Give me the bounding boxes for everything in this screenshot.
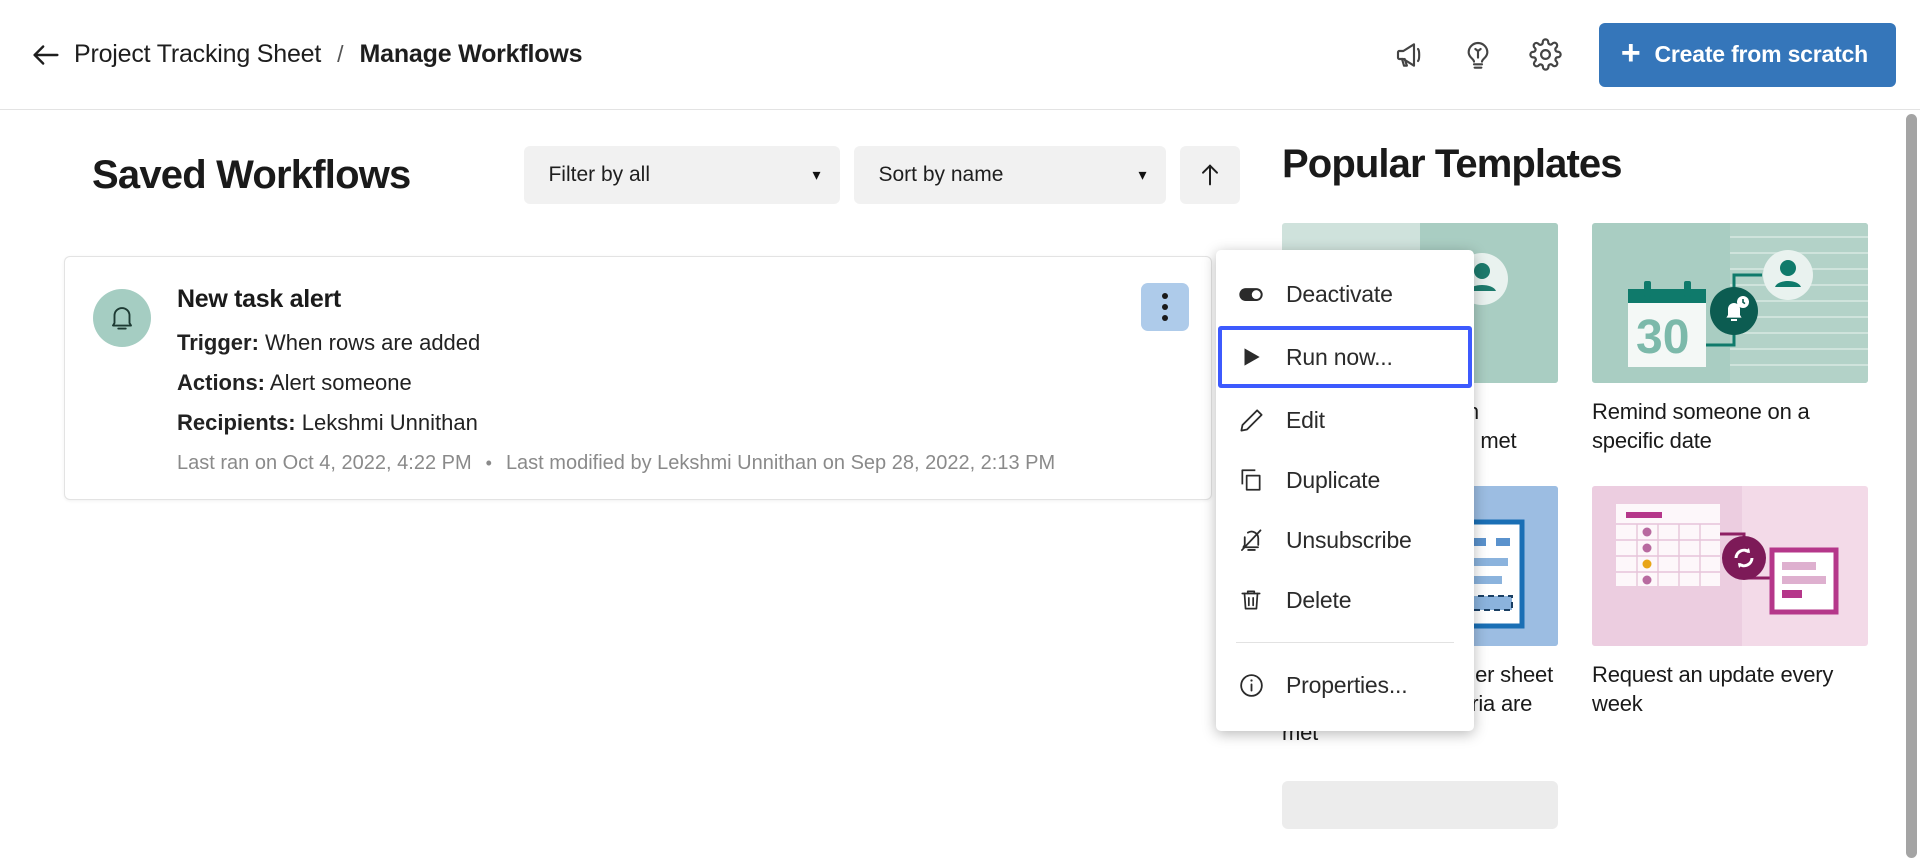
actions-label: Actions: xyxy=(177,370,265,395)
more-vertical-icon[interactable] xyxy=(1141,283,1189,331)
context-menu-label: Properties... xyxy=(1286,672,1407,699)
saved-workflows-pane: Saved Workflows Filter by all ▾ Sort by … xyxy=(0,110,1272,866)
lightbulb-icon[interactable] xyxy=(1457,34,1499,76)
workflow-trigger: Trigger: When rows are added xyxy=(177,330,1055,356)
gear-icon[interactable] xyxy=(1525,34,1567,76)
filter-select[interactable]: Filter by all ▾ xyxy=(524,146,840,204)
context-menu-label: Duplicate xyxy=(1286,467,1380,494)
last-ran-text: Last ran on Oct 4, 2022, 4:22 PM xyxy=(177,452,472,475)
manage-workflows-page: Project Tracking Sheet / Manage Workflow… xyxy=(0,0,1920,866)
workflow-recipients: Recipients: Lekshmi Unnithan xyxy=(177,410,1055,436)
bell-slash-icon xyxy=(1236,525,1266,555)
filter-select-value: Filter by all xyxy=(548,163,650,187)
breadcrumb-current: Manage Workflows xyxy=(360,40,583,69)
weekly-update-thumb xyxy=(1592,486,1868,646)
saved-workflows-toolbar: Saved Workflows Filter by all ▾ Sort by … xyxy=(0,110,1272,204)
recipients-label: Recipients: xyxy=(177,410,296,435)
scrollbar-thumb[interactable] xyxy=(1906,114,1917,858)
page-title: Saved Workflows xyxy=(92,153,410,198)
megaphone-icon[interactable] xyxy=(1389,34,1431,76)
context-menu-item-unsubscribe[interactable]: Unsubscribe xyxy=(1216,510,1474,570)
create-from-scratch-button[interactable]: + Create from scratch xyxy=(1599,23,1896,87)
plus-icon: + xyxy=(1621,36,1641,70)
context-menu-label: Delete xyxy=(1286,587,1351,614)
last-modified-text: Last modified by Lekshmi Unnithan on Sep… xyxy=(506,452,1055,475)
actions-value: Alert someone xyxy=(270,370,412,395)
sort-direction-button[interactable] xyxy=(1180,146,1240,204)
template-card[interactable]: 30 Remind someone on a specific date xyxy=(1592,223,1868,456)
breadcrumb-separator: / xyxy=(337,41,343,68)
popular-templates-title: Popular Templates xyxy=(1282,142,1908,187)
context-menu-divider xyxy=(1236,642,1454,643)
template-caption: Remind someone on a specific date xyxy=(1592,397,1868,456)
toggle-on-icon xyxy=(1236,279,1266,309)
template-skeleton-placeholder xyxy=(1282,781,1558,829)
context-menu-item-edit[interactable]: Edit xyxy=(1216,390,1474,450)
context-menu-item-duplicate[interactable]: Duplicate xyxy=(1216,450,1474,510)
context-menu-label: Unsubscribe xyxy=(1286,527,1412,554)
recipients-value: Lekshmi Unnithan xyxy=(302,410,478,435)
trigger-label: Trigger: xyxy=(177,330,259,355)
meta-separator-dot: • xyxy=(486,453,492,474)
context-menu-label: Deactivate xyxy=(1286,281,1393,308)
calendar-reminder-thumb: 30 xyxy=(1592,223,1868,383)
header-actions: + Create from scratch xyxy=(1389,23,1920,87)
trash-icon xyxy=(1236,585,1266,615)
sort-select-value: Sort by name xyxy=(878,163,1003,187)
context-menu-label: Edit xyxy=(1286,407,1325,434)
arrow-up-icon xyxy=(1196,161,1224,189)
breadcrumb-parent[interactable]: Project Tracking Sheet xyxy=(74,40,321,69)
svg-text:30: 30 xyxy=(1636,311,1689,364)
play-icon xyxy=(1236,342,1266,372)
context-menu-item-deactivate[interactable]: Deactivate xyxy=(1216,264,1474,324)
chevron-down-icon: ▾ xyxy=(812,165,820,185)
context-menu-item-delete[interactable]: Delete xyxy=(1216,570,1474,630)
template-card[interactable]: Request an update every week xyxy=(1592,486,1868,748)
copy-icon xyxy=(1236,465,1266,495)
workflow-context-menu: Deactivate Run now... Edit Duplicate xyxy=(1216,250,1474,731)
breadcrumb: Project Tracking Sheet / Manage Workflow… xyxy=(74,40,582,69)
trigger-value: When rows are added xyxy=(265,330,480,355)
context-menu-item-properties[interactable]: Properties... xyxy=(1216,655,1474,715)
create-button-label: Create from scratch xyxy=(1654,41,1868,68)
bell-icon xyxy=(107,303,137,333)
pencil-icon xyxy=(1236,405,1266,435)
avatar xyxy=(93,289,151,347)
context-menu-label: Run now... xyxy=(1286,344,1393,371)
workflow-name: New task alert xyxy=(177,285,1055,314)
vertical-scrollbar[interactable] xyxy=(1902,110,1920,866)
template-caption: Request an update every week xyxy=(1592,660,1868,719)
info-circle-icon xyxy=(1236,670,1266,700)
context-menu-item-run-now[interactable]: Run now... xyxy=(1218,326,1472,388)
sort-select[interactable]: Sort by name ▾ xyxy=(854,146,1166,204)
workflow-meta: Last ran on Oct 4, 2022, 4:22 PM • Last … xyxy=(177,452,1055,475)
workflow-actions: Actions: Alert someone xyxy=(177,370,1055,396)
arrow-left-icon[interactable] xyxy=(24,33,68,77)
workflow-card[interactable]: New task alert Trigger: When rows are ad… xyxy=(64,256,1212,500)
workflow-details: New task alert Trigger: When rows are ad… xyxy=(177,285,1055,475)
app-header: Project Tracking Sheet / Manage Workflow… xyxy=(0,0,1920,110)
chevron-down-icon: ▾ xyxy=(1138,165,1146,185)
